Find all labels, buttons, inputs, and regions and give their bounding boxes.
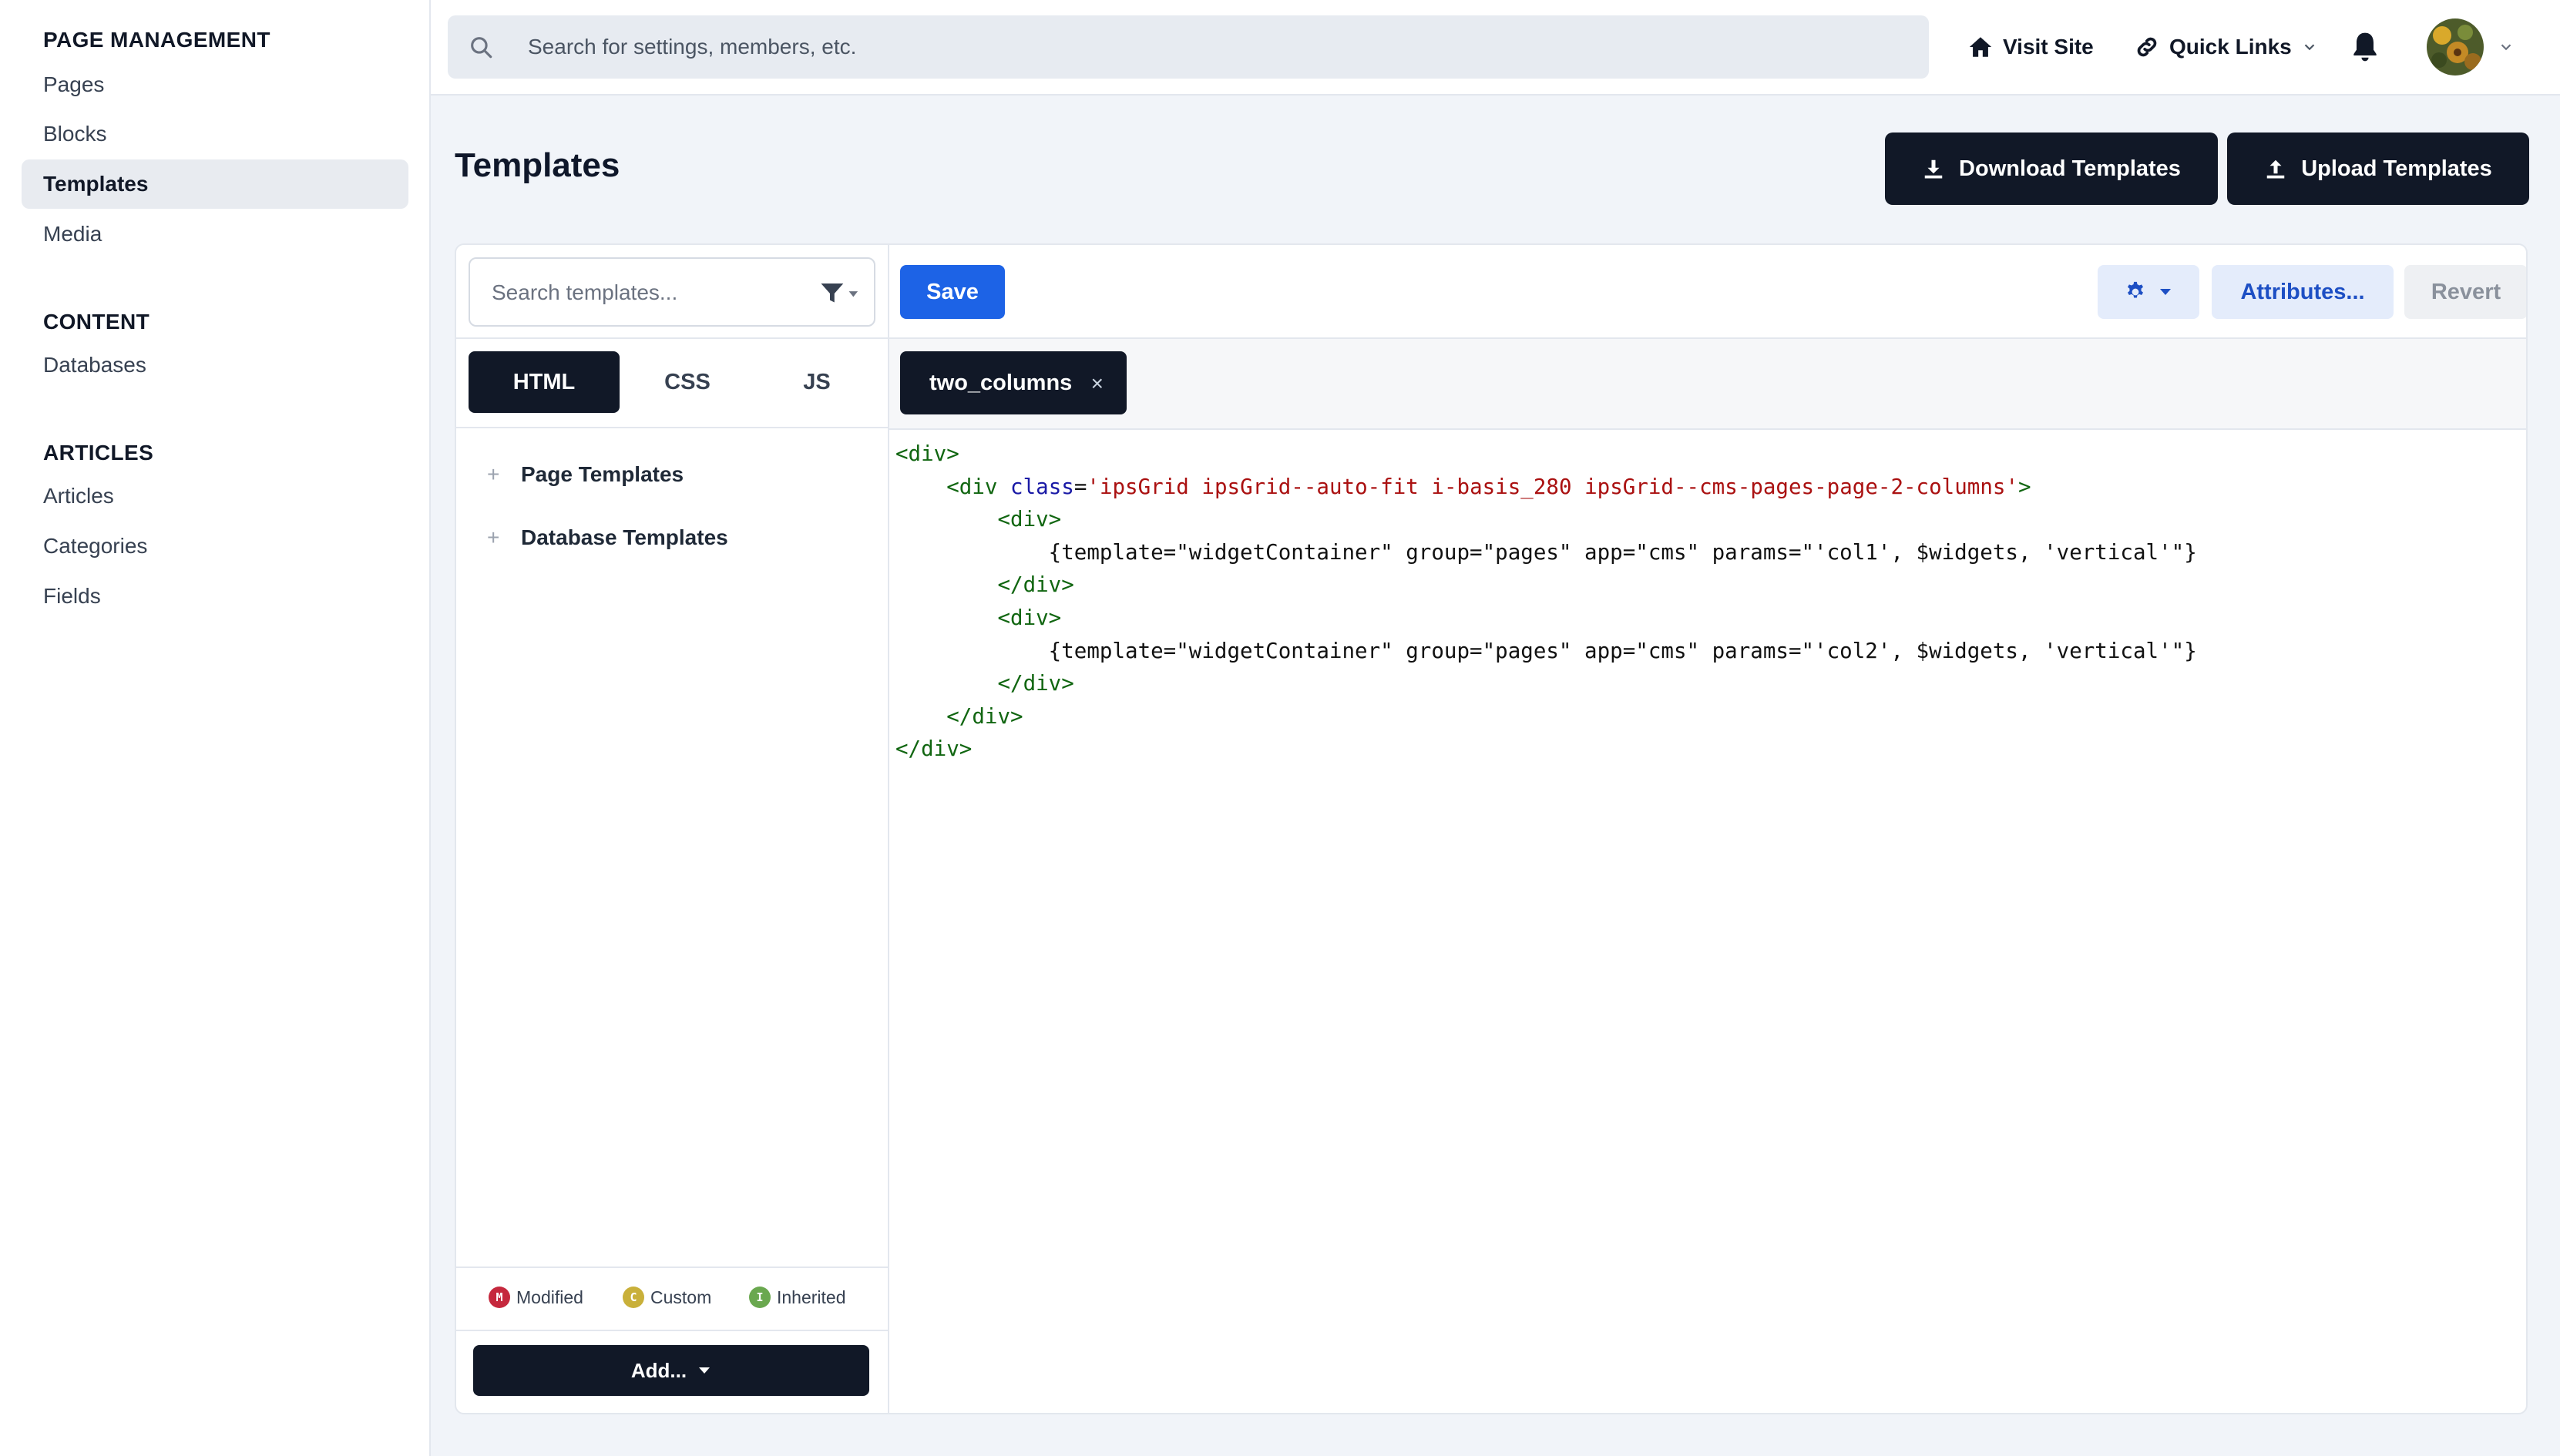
- account-chevron-down-icon[interactable]: [2498, 39, 2515, 55]
- code-line: </div>: [997, 671, 1074, 696]
- upload-icon: [2266, 159, 2285, 179]
- file-tab-two-columns[interactable]: two_columns ×: [900, 351, 1127, 414]
- sidebar-heading-articles: ARTICLES: [43, 441, 154, 465]
- code-editor[interactable]: <div> <div class='ipsGrid ipsGrid--auto-…: [895, 438, 2526, 766]
- add-template-button[interactable]: Add...: [473, 1345, 869, 1396]
- save-button[interactable]: Save: [900, 265, 1005, 319]
- visit-site-link[interactable]: Visit Site: [1967, 26, 2094, 68]
- top-header: Search for settings, members, etc. Visit…: [431, 0, 2560, 96]
- sidebar-item-pages[interactable]: Pages: [22, 60, 408, 109]
- code-line: <div>: [997, 507, 1062, 532]
- attributes-button[interactable]: Attributes...: [2212, 265, 2394, 319]
- inherited-badge-icon: I: [749, 1287, 771, 1308]
- legend-label: Modified: [516, 1287, 583, 1307]
- code-line: </div>: [946, 703, 1023, 729]
- code-editor-area: Save Attributes... Revert two_columns × …: [889, 245, 2526, 1413]
- tab-css[interactable]: CSS: [620, 351, 755, 413]
- user-avatar[interactable]: [2427, 18, 2484, 75]
- legend-custom: C Custom: [623, 1280, 711, 1314]
- global-search-input[interactable]: Search for settings, members, etc.: [448, 15, 1929, 79]
- divider: [456, 1266, 889, 1268]
- open-files-bar: two_columns ×: [889, 339, 2526, 430]
- divider: [456, 337, 889, 339]
- upload-templates-button[interactable]: Upload Templates: [2227, 133, 2529, 205]
- search-placeholder: Search for settings, members, etc.: [528, 35, 857, 59]
- sidebar-item-categories[interactable]: Categories: [22, 522, 408, 571]
- code-line: {template="widgetContainer" group="pages…: [895, 539, 2197, 565]
- caret-down-icon: [2160, 289, 2171, 295]
- quick-links-label: Quick Links: [2169, 35, 2292, 59]
- sidebar-item-templates[interactable]: Templates: [22, 159, 408, 209]
- add-label: Add...: [630, 1358, 687, 1382]
- legend-label: Custom: [650, 1287, 712, 1307]
- filter-icon[interactable]: [820, 282, 860, 305]
- page-title: Templates: [455, 146, 620, 184]
- divider: [456, 1330, 889, 1331]
- code-line: <div>: [895, 441, 959, 466]
- tree-item-database-templates[interactable]: + Database Templates: [487, 521, 728, 555]
- code-line: </div>: [997, 572, 1074, 598]
- tab-html[interactable]: HTML: [469, 351, 620, 413]
- caret-down-icon: [699, 1367, 711, 1374]
- template-search-placeholder: Search templates...: [492, 280, 678, 304]
- code-line: <div>: [997, 605, 1062, 630]
- gear-icon: [2128, 281, 2143, 298]
- code-line: <div class='ipsGrid ipsGrid--auto-fit i-…: [946, 474, 2031, 499]
- close-icon[interactable]: ×: [1091, 371, 1104, 396]
- legend-inherited: I Inherited: [749, 1280, 846, 1314]
- code-line: {template="widgetContainer" group="pages…: [895, 638, 2197, 663]
- sidebar-heading-content: CONTENT: [43, 310, 150, 334]
- expand-plus-icon[interactable]: +: [487, 462, 521, 487]
- tree-item-label: Page Templates: [521, 462, 684, 486]
- notifications-bell-icon[interactable]: [2348, 29, 2382, 65]
- settings-dropdown-button[interactable]: [2098, 265, 2199, 319]
- custom-badge-icon: C: [623, 1287, 644, 1308]
- tree-item-page-templates[interactable]: + Page Templates: [487, 458, 684, 491]
- search-icon: [471, 37, 492, 59]
- sidebar-item-fields[interactable]: Fields: [22, 572, 408, 621]
- sidebar-heading-page-management: PAGE MANAGEMENT: [43, 28, 270, 52]
- home-icon: [1969, 37, 1992, 57]
- divider: [456, 427, 889, 428]
- template-browser: Search templates... HTML CSS JS + Page T…: [456, 245, 889, 1413]
- sidebar-item-articles[interactable]: Articles: [22, 471, 408, 521]
- expand-plus-icon[interactable]: +: [487, 525, 521, 550]
- download-templates-label: Download Templates: [1959, 156, 2181, 181]
- tab-js[interactable]: JS: [755, 351, 879, 413]
- legend-label: Inherited: [777, 1287, 846, 1307]
- sidebar-item-databases[interactable]: Databases: [22, 341, 408, 390]
- visit-site-label: Visit Site: [2003, 35, 2094, 59]
- link-icon: [2137, 37, 2157, 57]
- code-line: </div>: [895, 736, 973, 762]
- sidebar-item-blocks[interactable]: Blocks: [22, 109, 408, 159]
- template-search-input[interactable]: Search templates...: [469, 257, 875, 327]
- tree-item-label: Database Templates: [521, 525, 728, 549]
- chevron-down-icon: [2304, 44, 2314, 51]
- file-tab-label: two_columns: [929, 370, 1073, 395]
- upload-templates-label: Upload Templates: [2301, 156, 2492, 181]
- sidebar: PAGE MANAGEMENT Pages Blocks Templates M…: [0, 0, 431, 1456]
- template-editor-panel: Search templates... HTML CSS JS + Page T…: [455, 243, 2528, 1414]
- quick-links-dropdown[interactable]: Quick Links: [2134, 26, 2318, 68]
- download-icon: [1924, 159, 1943, 179]
- revert-button[interactable]: Revert: [2404, 265, 2526, 319]
- editor-toolbar: Save Attributes... Revert: [889, 245, 2526, 339]
- download-templates-button[interactable]: Download Templates: [1885, 133, 2218, 205]
- legend-modified: M Modified: [489, 1280, 583, 1314]
- modified-badge-icon: M: [489, 1287, 510, 1308]
- sidebar-item-media[interactable]: Media: [22, 210, 408, 259]
